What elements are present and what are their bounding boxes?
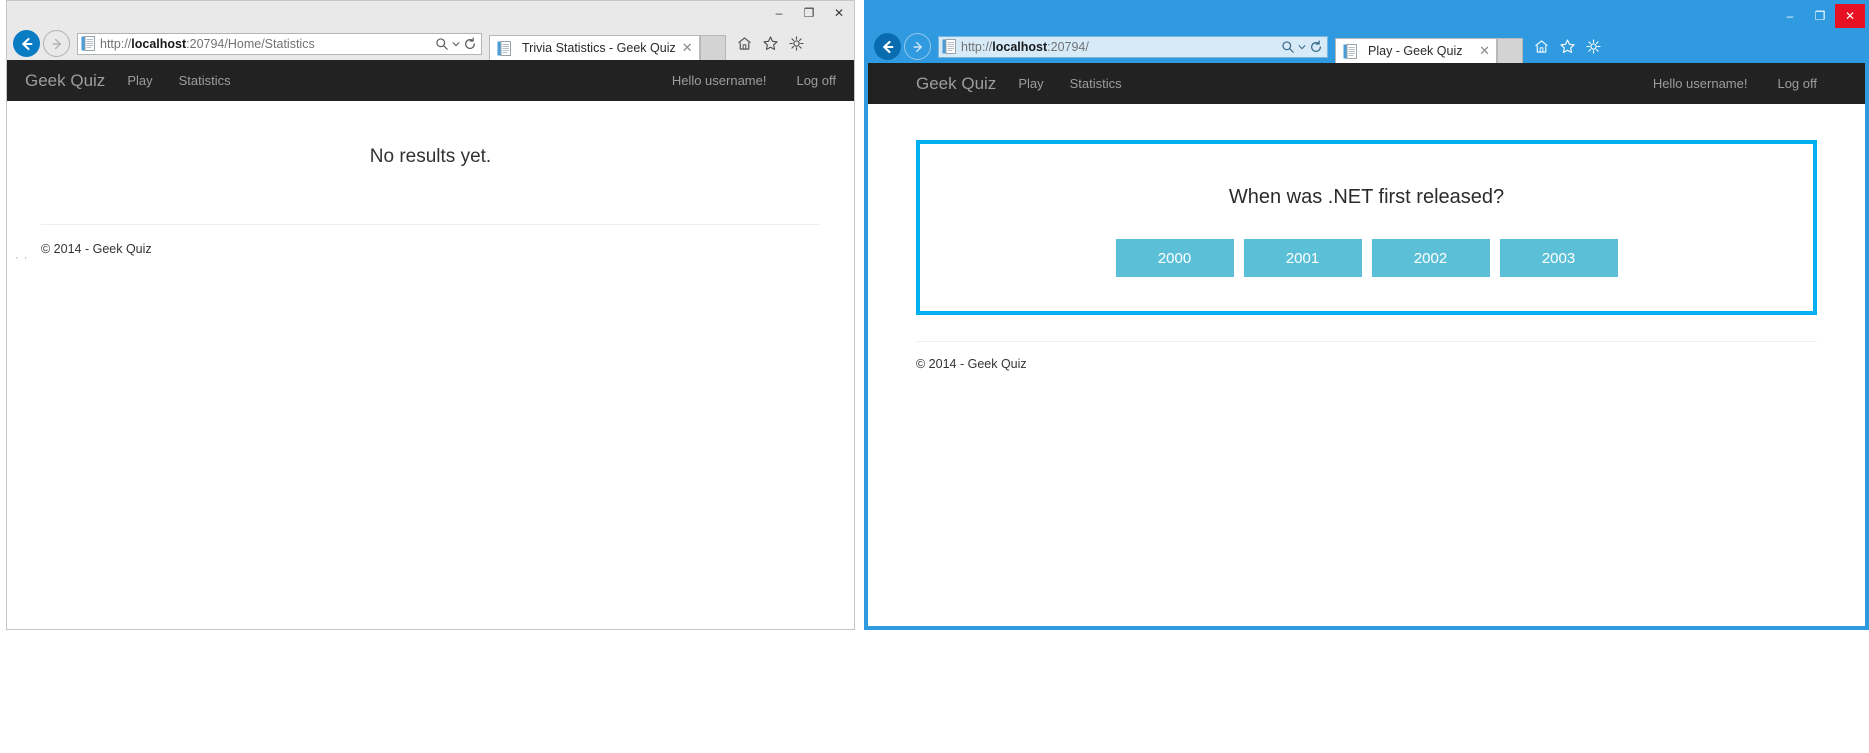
- url-path: :20794/Home/Statistics: [186, 36, 315, 51]
- forward-button[interactable]: [904, 33, 931, 60]
- quiz-container: When was .NET first released? 2000 2001 …: [868, 104, 1865, 315]
- quiz-option-2003[interactable]: 2003: [1499, 239, 1618, 277]
- tab-title: Play - Geek Quiz: [1368, 44, 1463, 58]
- site-nav-links-left: Play Statistics: [127, 73, 230, 88]
- nav-link-logoff[interactable]: Log off: [1777, 76, 1817, 91]
- maximize-button[interactable]: ❐: [1805, 4, 1835, 28]
- close-button[interactable]: ✕: [1835, 4, 1865, 28]
- nav-link-statistics[interactable]: Statistics: [1070, 76, 1122, 91]
- site-nav-links-right: Play Statistics: [1018, 76, 1121, 91]
- nav-link-greeting[interactable]: Hello username!: [672, 73, 767, 88]
- page-icon: [1343, 43, 1357, 59]
- site-brand[interactable]: Geek Quiz: [916, 74, 996, 94]
- back-button[interactable]: [13, 30, 40, 57]
- site-navbar-left: Geek Quiz Play Statistics Hello username…: [7, 60, 854, 101]
- new-tab-button[interactable]: [1497, 38, 1523, 63]
- close-button[interactable]: ✕: [824, 1, 854, 25]
- new-tab-button[interactable]: [699, 35, 726, 60]
- gear-icon[interactable]: [788, 35, 805, 52]
- site-brand[interactable]: Geek Quiz: [25, 71, 105, 91]
- tab-strip-left: Trivia Statistics - Geek Quiz ✕: [489, 27, 726, 60]
- address-bar-tools-right: [1281, 39, 1323, 54]
- search-icon[interactable]: [1281, 40, 1295, 54]
- tab-trivia-statistics[interactable]: Trivia Statistics - Geek Quiz ✕: [489, 35, 700, 60]
- browser-window-right[interactable]: – ❐ ✕ http://localhost:20794/ Play - Gee…: [864, 0, 1869, 630]
- minimize-button[interactable]: –: [1775, 4, 1805, 28]
- url-host: localhost: [131, 36, 187, 51]
- chevron-down-icon[interactable]: [452, 40, 460, 48]
- maximize-button[interactable]: ❐: [794, 1, 824, 25]
- nav-link-statistics[interactable]: Statistics: [179, 73, 231, 88]
- window-controls-right: – ❐ ✕: [1775, 4, 1865, 28]
- loading-indicator: · ·: [15, 252, 29, 264]
- maximize-glyph: ❐: [803, 6, 815, 20]
- star-icon[interactable]: [1559, 38, 1576, 55]
- page-viewport-left: Geek Quiz Play Statistics Hello username…: [7, 60, 854, 629]
- site-navbar-right: Geek Quiz Play Statistics Hello username…: [868, 63, 1865, 104]
- copyright-text: © 2014 - Geek Quiz: [916, 357, 1027, 371]
- nav-link-play[interactable]: Play: [127, 73, 152, 88]
- forward-button[interactable]: [43, 30, 70, 57]
- quiz-options: 2000 2001 2002 2003: [944, 239, 1789, 277]
- address-bar-left[interactable]: http://localhost:20794/Home/Statistics: [77, 32, 482, 55]
- url-host: localhost: [992, 39, 1048, 54]
- maximize-glyph: ❐: [1814, 9, 1826, 23]
- site-nav-right-right: Hello username! Log off: [1653, 76, 1817, 91]
- navigation-bar-left: http://localhost:20794/Home/Statistics T…: [7, 27, 854, 60]
- site-nav-right-left: Hello username! Log off: [672, 73, 836, 88]
- browser-tools-right: [1533, 38, 1606, 55]
- window-controls-left: – ❐ ✕: [764, 1, 854, 25]
- quiz-panel: When was .NET first released? 2000 2001 …: [916, 140, 1817, 315]
- url-protocol: http://: [100, 36, 132, 51]
- browser-window-left[interactable]: – ❐ ✕ http://localhost:20794/Home/Statis…: [6, 0, 855, 630]
- quiz-option-2002[interactable]: 2002: [1371, 239, 1490, 277]
- url-path: :20794/: [1047, 39, 1089, 54]
- address-bar-right[interactable]: http://localhost:20794/: [938, 35, 1328, 58]
- refresh-icon[interactable]: [463, 36, 477, 51]
- quiz-option-2000[interactable]: 2000: [1115, 239, 1234, 277]
- tab-play[interactable]: Play - Geek Quiz ✕: [1335, 38, 1497, 63]
- screen: – ❐ ✕ http://localhost:20794/Home/Statis…: [0, 0, 1869, 753]
- minimize-glyph: –: [1786, 9, 1794, 23]
- url-text-right: http://localhost:20794/: [961, 40, 1281, 54]
- home-icon[interactable]: [736, 35, 753, 52]
- chevron-down-icon[interactable]: [1298, 43, 1306, 51]
- page-icon: [81, 36, 95, 51]
- copyright-text: © 2014 - Geek Quiz: [41, 242, 152, 256]
- titlebar-left[interactable]: – ❐ ✕: [7, 1, 854, 27]
- minimize-button[interactable]: –: [764, 1, 794, 25]
- close-glyph: ✕: [833, 6, 845, 20]
- search-icon[interactable]: [435, 37, 449, 51]
- tab-title: Trivia Statistics - Geek Quiz: [522, 41, 676, 55]
- star-icon[interactable]: [762, 35, 779, 52]
- gear-icon[interactable]: [1585, 38, 1602, 55]
- page-icon: [497, 40, 511, 56]
- page-viewport-right: Geek Quiz Play Statistics Hello username…: [868, 63, 1865, 626]
- titlebar-right[interactable]: – ❐ ✕: [868, 4, 1865, 30]
- nav-link-logoff[interactable]: Log off: [796, 73, 836, 88]
- no-results-message: No results yet.: [369, 146, 492, 167]
- home-icon[interactable]: [1533, 38, 1550, 55]
- quiz-option-2001[interactable]: 2001: [1243, 239, 1362, 277]
- url-protocol: http://: [961, 39, 993, 54]
- browser-tools-left: [736, 35, 809, 52]
- tab-strip-right: Play - Geek Quiz ✕: [1335, 30, 1523, 63]
- tab-close-icon[interactable]: ✕: [1479, 43, 1490, 59]
- refresh-icon[interactable]: [1309, 39, 1323, 54]
- minimize-glyph: –: [775, 6, 783, 20]
- page-icon: [942, 39, 956, 54]
- nav-link-greeting[interactable]: Hello username!: [1653, 76, 1748, 91]
- nav-link-play[interactable]: Play: [1018, 76, 1043, 91]
- url-text-left: http://localhost:20794/Home/Statistics: [100, 37, 435, 51]
- address-bar-tools-left: [435, 36, 477, 51]
- tab-close-icon[interactable]: ✕: [682, 40, 693, 56]
- close-glyph: ✕: [1844, 9, 1856, 23]
- page-content-left: No results yet. © 2014 - Geek Quiz: [7, 101, 854, 256]
- back-button[interactable]: [874, 33, 901, 60]
- quiz-question: When was .NET first released?: [1228, 186, 1505, 208]
- navigation-bar-right: http://localhost:20794/ Play - Geek Quiz…: [868, 30, 1865, 63]
